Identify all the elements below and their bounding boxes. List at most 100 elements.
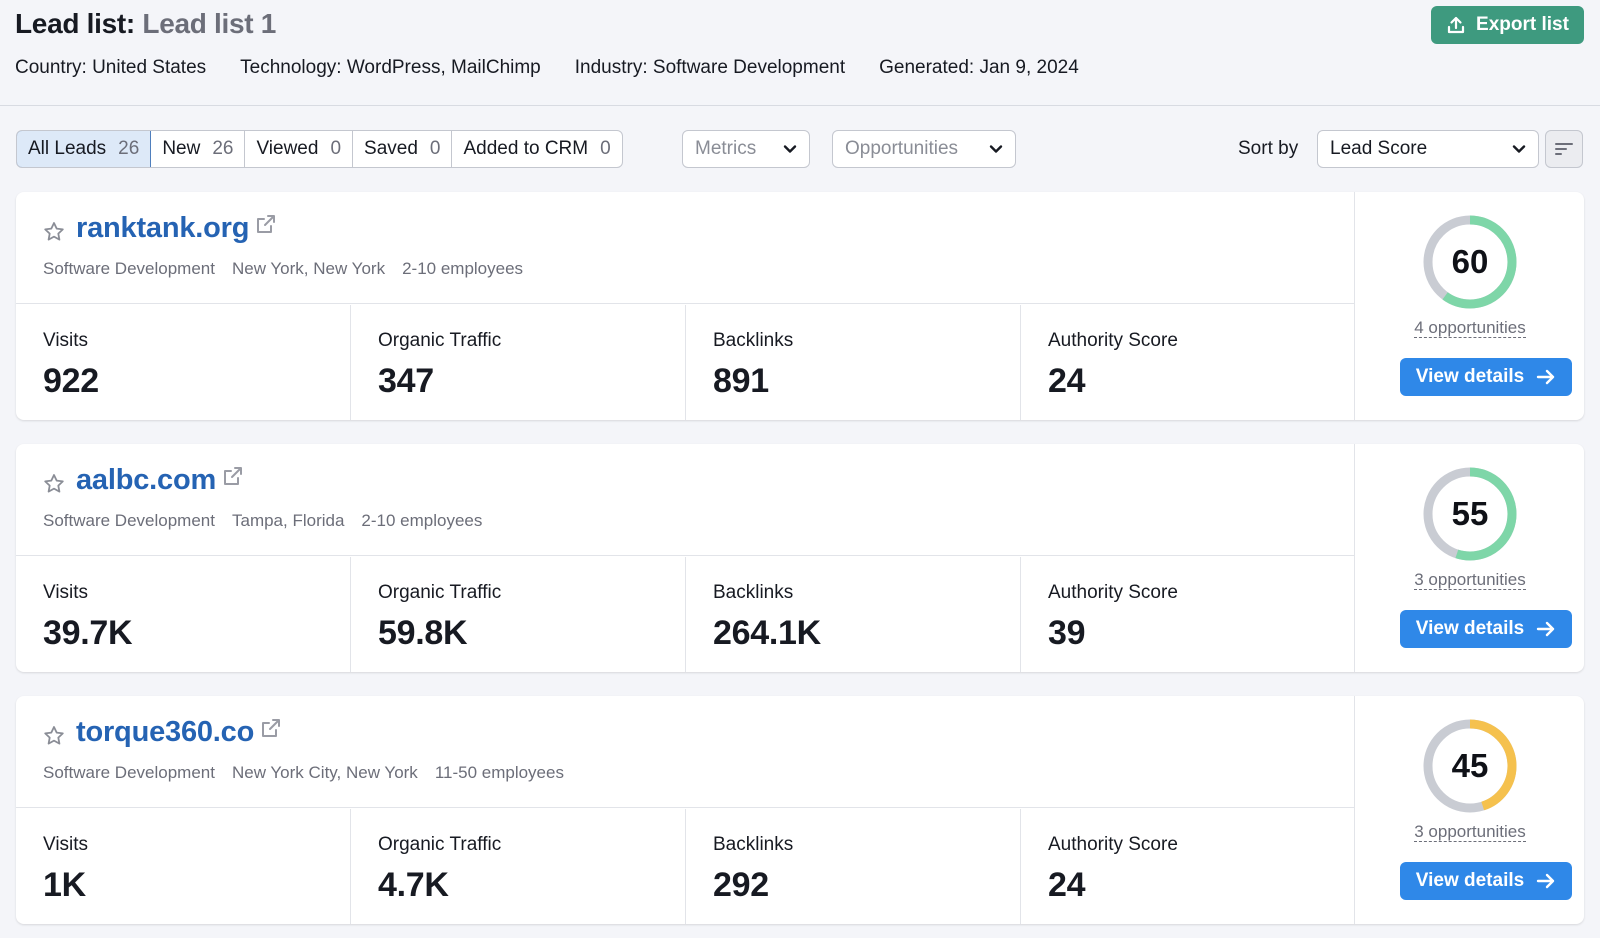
metric-label: Authority Score <box>1048 582 1178 603</box>
sort-value: Lead Score <box>1330 138 1428 159</box>
export-label: Export list <box>1476 14 1569 35</box>
lead-industry: Software Development <box>43 259 215 278</box>
meta-country: Country: United States <box>15 57 207 78</box>
metric-visits: Visits 39.7K <box>16 557 351 672</box>
metric-authority-score: Authority Score 24 <box>1021 809 1355 924</box>
metric-value: 4.7K <box>378 866 449 904</box>
metric-label: Backlinks <box>713 582 794 603</box>
sort-lines-icon <box>1555 143 1573 155</box>
metric-value: 39.7K <box>43 614 133 652</box>
view-details-label: View details <box>1415 366 1525 387</box>
tab-new[interactable]: New 26 <box>151 131 246 167</box>
lead-tags: Software Development New York, New York … <box>43 259 523 279</box>
opportunities-link[interactable]: 4 opportunities <box>1356 318 1584 338</box>
metric-value: 24 <box>1048 362 1086 400</box>
metric-label: Backlinks <box>713 834 794 855</box>
upload-icon <box>1447 16 1465 34</box>
tab-count: 0 <box>330 138 342 159</box>
lead-location: New York, New York <box>231 259 386 278</box>
metric-visits: Visits 922 <box>16 305 351 420</box>
opportunities-text[interactable]: 3 opportunities <box>1414 570 1526 590</box>
metric-authority-score: Authority Score 24 <box>1021 305 1355 420</box>
lead-domain[interactable]: ranktank.org <box>76 212 249 244</box>
lead-card-main: torque360.co Software Development New Yo… <box>16 696 1355 924</box>
chevron-down-icon <box>783 145 797 153</box>
tab-label: New <box>162 138 201 159</box>
meta-industry: Industry: Software Development <box>574 57 846 78</box>
metrics-dropdown[interactable]: Metrics <box>682 130 810 168</box>
title-prefix: Lead list: <box>15 8 135 39</box>
view-details-button[interactable]: View details <box>1400 358 1572 396</box>
metrics-label: Metrics <box>695 138 757 159</box>
metric-label: Organic Traffic <box>378 582 502 603</box>
arrow-right-icon <box>1537 621 1555 637</box>
star-icon[interactable] <box>42 724 66 748</box>
view-details-button[interactable]: View details <box>1400 862 1572 900</box>
tab-count: 0 <box>429 138 441 159</box>
tab-label: Saved <box>364 138 418 159</box>
export-list-button[interactable]: Export list <box>1431 6 1584 44</box>
opportunities-text[interactable]: 4 opportunities <box>1414 318 1526 338</box>
page-header: Lead list: Lead list 1 Country: United S… <box>0 0 1600 106</box>
opportunities-link[interactable]: 3 opportunities <box>1356 822 1584 842</box>
external-link-icon[interactable] <box>260 717 282 739</box>
view-details-button[interactable]: View details <box>1400 610 1572 648</box>
lead-score-value: 55 <box>1451 495 1489 532</box>
metric-authority-score: Authority Score 39 <box>1021 557 1355 672</box>
sort-by-dropdown[interactable]: Lead Score <box>1317 130 1539 168</box>
tab-label: All Leads <box>28 138 107 159</box>
star-icon[interactable] <box>42 220 66 244</box>
metric-organic-traffic: Organic Traffic 4.7K <box>351 809 686 924</box>
lead-metrics: Visits 39.7K Organic Traffic 59.8K Backlin… <box>16 557 1355 672</box>
lead-score-value: 45 <box>1451 747 1489 784</box>
metric-label: Visits <box>43 582 89 603</box>
metric-label: Organic Traffic <box>378 834 502 855</box>
star-icon[interactable] <box>42 472 66 496</box>
lead-domain-link[interactable]: aalbc.com <box>76 464 244 497</box>
lead-card-header: torque360.co Software Development New Yo… <box>16 696 1355 808</box>
tab-viewed[interactable]: Viewed 0 <box>245 131 354 167</box>
tab-saved[interactable]: Saved 0 <box>353 131 453 167</box>
lead-score-panel: 45 3 opportunities View details <box>1356 696 1584 924</box>
tab-count: 26 <box>212 138 234 159</box>
chevron-down-icon <box>1512 145 1526 153</box>
lead-list-name: Lead list 1 <box>142 8 277 39</box>
arrow-right-icon <box>1537 369 1555 385</box>
metric-backlinks: Backlinks 891 <box>686 305 1021 420</box>
lead-industry: Software Development <box>43 763 215 782</box>
lead-metrics: Visits 922 Organic Traffic 347 Backlinks 89… <box>16 305 1355 420</box>
external-link-icon[interactable] <box>222 465 244 487</box>
tab-count: 0 <box>600 138 611 159</box>
metric-value: 922 <box>43 362 99 400</box>
metric-value: 264.1K <box>713 614 821 652</box>
lead-location: Tampa, Florida <box>231 511 345 530</box>
opportunities-text[interactable]: 3 opportunities <box>1414 822 1526 842</box>
metric-label: Authority Score <box>1048 834 1178 855</box>
lead-domain-link[interactable]: torque360.co <box>76 716 282 749</box>
lead-domain-link[interactable]: ranktank.org <box>76 212 277 245</box>
tab-all-leads[interactable]: All Leads 26 <box>16 131 152 167</box>
lead-card-header: aalbc.com Software Development Tampa, Fl… <box>16 444 1355 556</box>
metric-label: Organic Traffic <box>378 330 502 351</box>
opportunities-dropdown[interactable]: Opportunities <box>832 130 1016 168</box>
metric-value: 59.8K <box>378 614 468 652</box>
opportunities-link[interactable]: 3 opportunities <box>1356 570 1584 590</box>
lead-tags: Software Development New York City, New … <box>43 763 564 783</box>
lead-domain[interactable]: torque360.co <box>76 716 254 748</box>
tab-added-to-crm[interactable]: Added to CRM 0 <box>452 131 621 167</box>
sort-by-label: Sort by <box>1238 138 1299 159</box>
lead-score-value: 60 <box>1451 243 1489 280</box>
sort-order-button[interactable] <box>1545 130 1583 168</box>
metric-visits: Visits 1K <box>16 809 351 924</box>
metric-value: 292 <box>713 866 769 904</box>
chevron-down-icon <box>989 145 1003 153</box>
lead-domain[interactable]: aalbc.com <box>76 464 216 496</box>
meta-generated: Generated: Jan 9, 2024 <box>879 57 1079 78</box>
opportunities-label: Opportunities <box>845 138 959 159</box>
metric-label: Visits <box>43 330 89 351</box>
lead-industry: Software Development <box>43 511 215 530</box>
lead-card-main: aalbc.com Software Development Tampa, Fl… <box>16 444 1355 672</box>
meta-technology: Technology: WordPress, MailChimp <box>240 57 541 78</box>
lead-card-header: ranktank.org Software Development New Yo… <box>16 192 1355 304</box>
external-link-icon[interactable] <box>255 213 277 235</box>
